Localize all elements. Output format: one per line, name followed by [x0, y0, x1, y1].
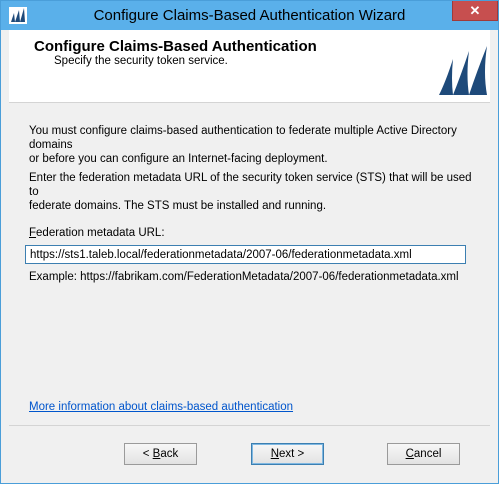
title-bar[interactable]: Configure Claims-Based Authentication Wi…	[1, 1, 498, 30]
federation-url-label-accel: F	[29, 227, 37, 239]
page-title: Configure Claims-Based Authentication	[34, 38, 317, 55]
dynamics-logo-icon	[439, 46, 487, 95]
intro-line-1: You must configure claims-based authenti…	[29, 125, 457, 151]
back-button-label: ack	[160, 448, 179, 460]
example-text: Example: https://fabrikam.com/Federation…	[29, 271, 459, 283]
federation-url-label-text: ederation metadata URL:	[36, 227, 165, 239]
wizard-content: Configure Claims-Based Authentication Sp…	[9, 30, 490, 476]
intro-line-2: or before you can configure an Internet-…	[29, 153, 328, 165]
next-button-label: ext >	[279, 448, 305, 460]
window-title: Configure Claims-Based Authentication Wi…	[93, 7, 406, 24]
intro-paragraph: You must configure claims-based authenti…	[29, 124, 479, 166]
back-button[interactable]: < Back	[124, 443, 197, 465]
federation-url-label: Federation metadata URL:	[29, 227, 165, 239]
close-button[interactable]: ✕	[452, 1, 498, 21]
wizard-header: Configure Claims-Based Authentication Sp…	[9, 30, 490, 103]
cancel-button[interactable]: Cancel	[387, 443, 460, 465]
instruction-paragraph: Enter the federation metadata URL of the…	[29, 171, 479, 213]
cancel-button-accel: C	[405, 448, 414, 460]
back-button-prefix: <	[142, 448, 153, 460]
button-bar: < Back Next > Cancel	[9, 425, 490, 476]
federation-url-input[interactable]: https://sts1.taleb.local/federationmetad…	[25, 245, 466, 264]
next-button-accel: N	[270, 448, 280, 460]
cancel-button-label: ancel	[413, 448, 442, 460]
more-info-link[interactable]: More information about claims-based auth…	[29, 401, 293, 413]
page-subtitle: Specify the security token service.	[54, 55, 228, 67]
instruction-line-1: Enter the federation metadata URL of the…	[29, 172, 472, 198]
next-button[interactable]: Next >	[251, 443, 324, 465]
wizard-window: Configure Claims-Based Authentication Wi…	[0, 0, 499, 484]
instruction-line-2: federate domains. The STS must be instal…	[29, 200, 327, 212]
